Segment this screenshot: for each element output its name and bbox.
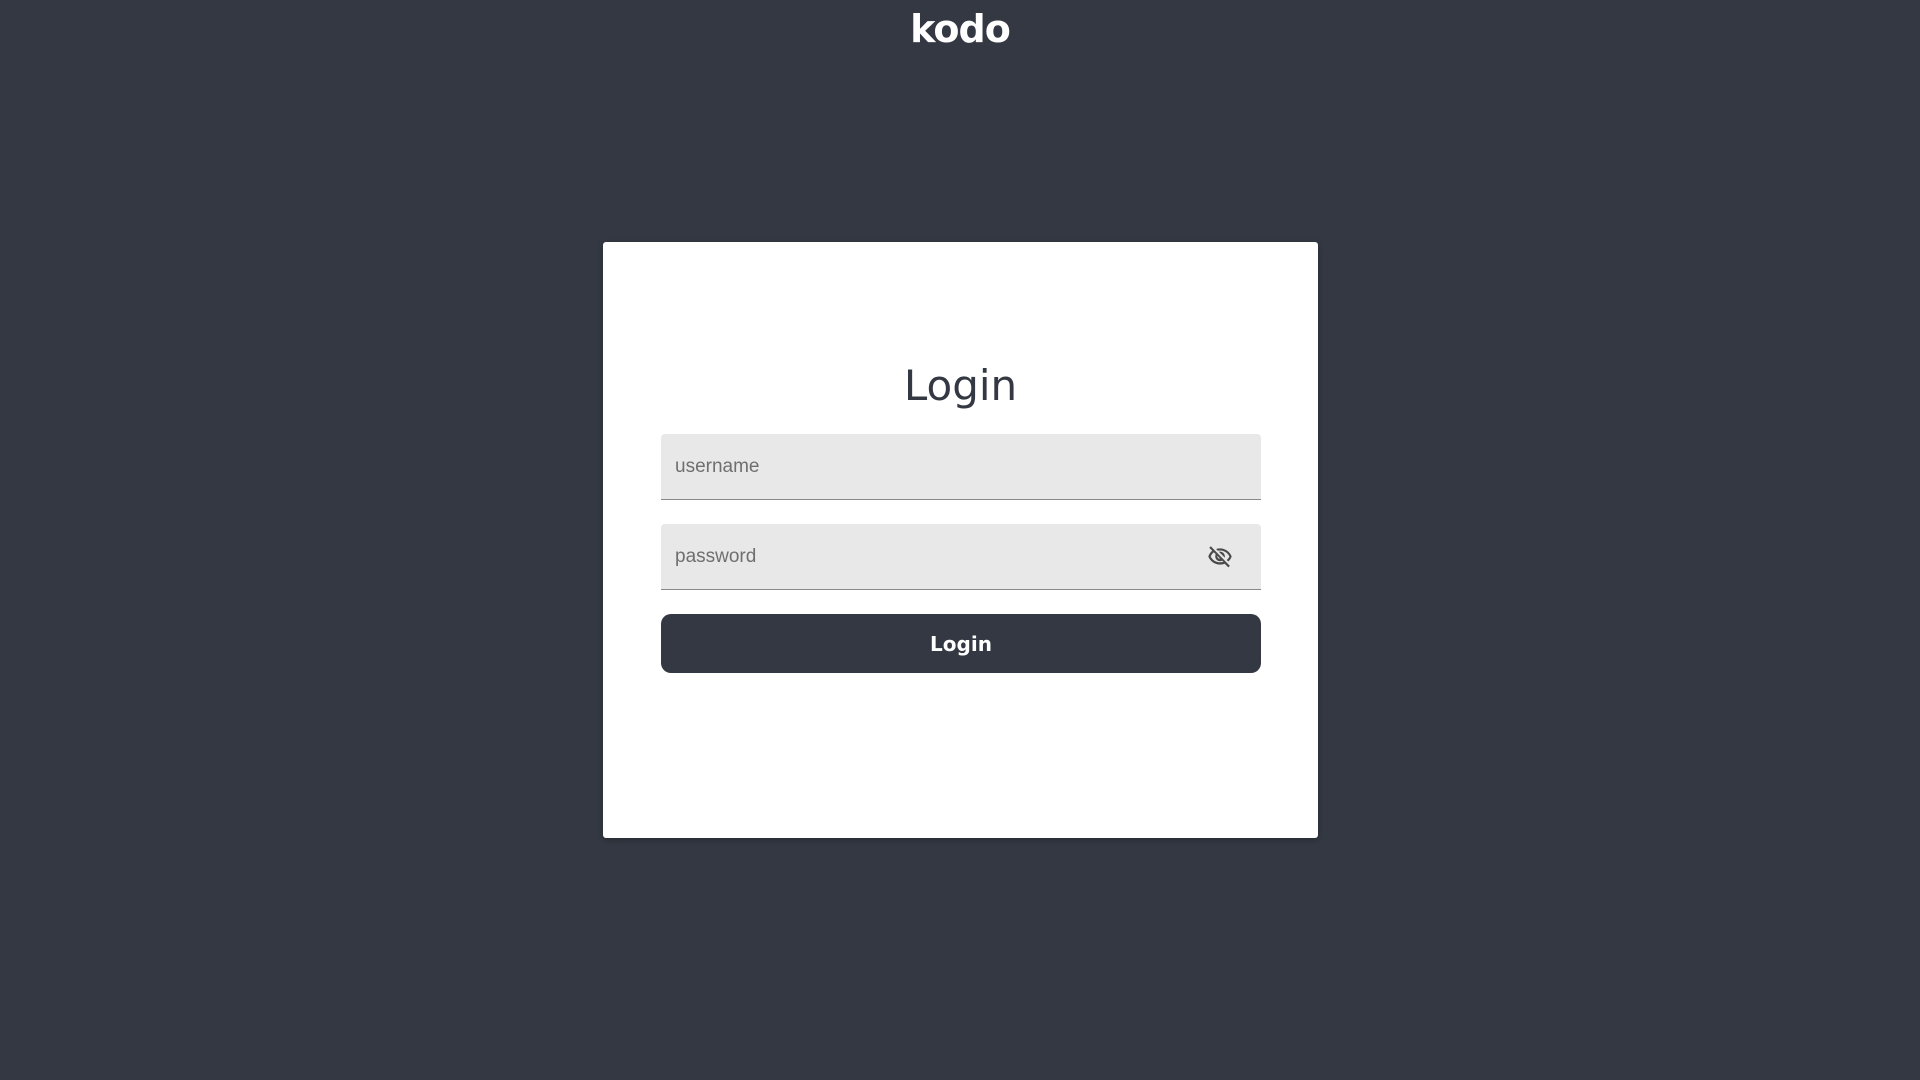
password-field[interactable]: [661, 524, 1261, 590]
login-title: Login: [903, 361, 1018, 410]
eye-off-icon[interactable]: [1205, 544, 1235, 570]
username-input[interactable]: [661, 434, 1261, 499]
login-card: Login Login: [603, 242, 1318, 838]
username-field[interactable]: [661, 434, 1261, 500]
password-input[interactable]: [661, 524, 1261, 589]
app-logo: kodo: [910, 7, 1011, 51]
login-button[interactable]: Login: [661, 614, 1261, 673]
